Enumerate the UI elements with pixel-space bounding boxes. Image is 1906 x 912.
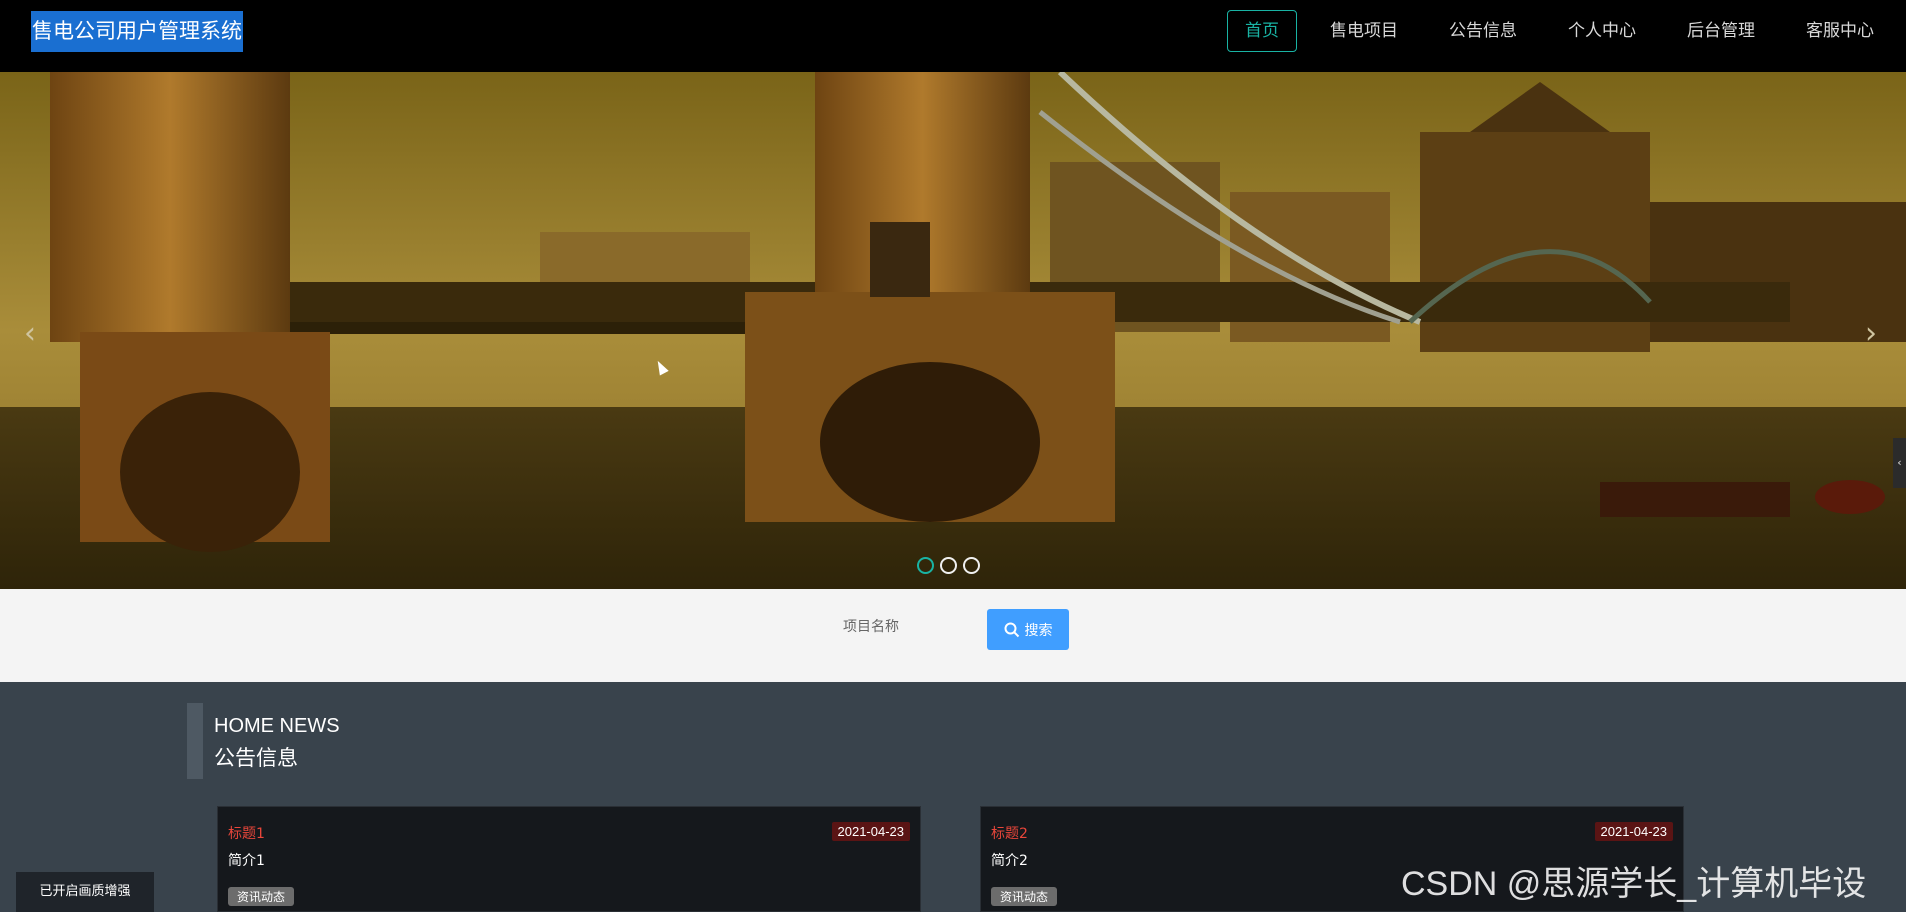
nav-customer-service[interactable]: 客服中心 — [1788, 10, 1892, 52]
news-card[interactable]: 标题2 2021-04-23 简介2 资讯动态 — [980, 806, 1684, 912]
search-button[interactable]: 搜索 — [987, 609, 1069, 650]
news-card-tag: 资讯动态 — [991, 887, 1058, 906]
main-nav: 首页 售电项目 公告信息 个人中心 后台管理 客服中心 — [1227, 10, 1906, 52]
quality-enhance-badge[interactable]: 已开启画质增强 — [16, 872, 154, 912]
banner-image — [0, 72, 1906, 589]
nav-home[interactable]: 首页 — [1227, 10, 1297, 52]
news-card-intro: 简介2 — [991, 853, 1028, 869]
news-card-intro: 简介1 — [228, 853, 265, 869]
nav-projects[interactable]: 售电项目 — [1312, 10, 1416, 52]
nav-admin[interactable]: 后台管理 — [1669, 10, 1773, 52]
nav-announcements[interactable]: 公告信息 — [1431, 10, 1535, 52]
search-icon — [1004, 622, 1019, 637]
news-card-title[interactable]: 标题2 — [991, 823, 1028, 843]
news-card-tag: 资讯动态 — [228, 887, 295, 906]
side-collapse-tab[interactable]: ‹ — [1893, 438, 1906, 488]
top-navbar: 售电公司用户管理系统 首页 售电项目 公告信息 个人中心 后台管理 客服中心 — [0, 0, 1906, 72]
search-button-label: 搜索 — [1024, 622, 1053, 639]
carousel-next-icon[interactable]: › — [1856, 314, 1886, 354]
heading-accent-bar — [187, 703, 203, 779]
site-title[interactable]: 售电公司用户管理系统 — [31, 11, 243, 52]
carousel-dot-1[interactable] — [917, 557, 934, 574]
news-card-title[interactable]: 标题1 — [228, 823, 265, 843]
carousel-dot-2[interactable] — [940, 557, 957, 574]
banner-carousel[interactable]: ‹ › — [0, 72, 1906, 589]
news-heading-cn: 公告信息 — [214, 746, 298, 770]
news-card-date: 2021-04-23 — [1594, 822, 1673, 841]
nav-profile[interactable]: 个人中心 — [1550, 10, 1654, 52]
news-card-date: 2021-04-23 — [831, 822, 910, 841]
search-label: 项目名称 — [843, 619, 899, 635]
search-section: 项目名称 搜索 — [0, 589, 1906, 682]
carousel-prev-icon[interactable]: ‹ — [15, 314, 45, 354]
news-heading-en: HOME NEWS — [214, 715, 340, 737]
carousel-dot-3[interactable] — [963, 557, 980, 574]
carousel-indicators — [917, 557, 980, 574]
news-section: HOME NEWS 公告信息 标题1 2021-04-23 简介1 资讯动态 标… — [0, 682, 1906, 912]
news-card[interactable]: 标题1 2021-04-23 简介1 资讯动态 — [217, 806, 921, 912]
